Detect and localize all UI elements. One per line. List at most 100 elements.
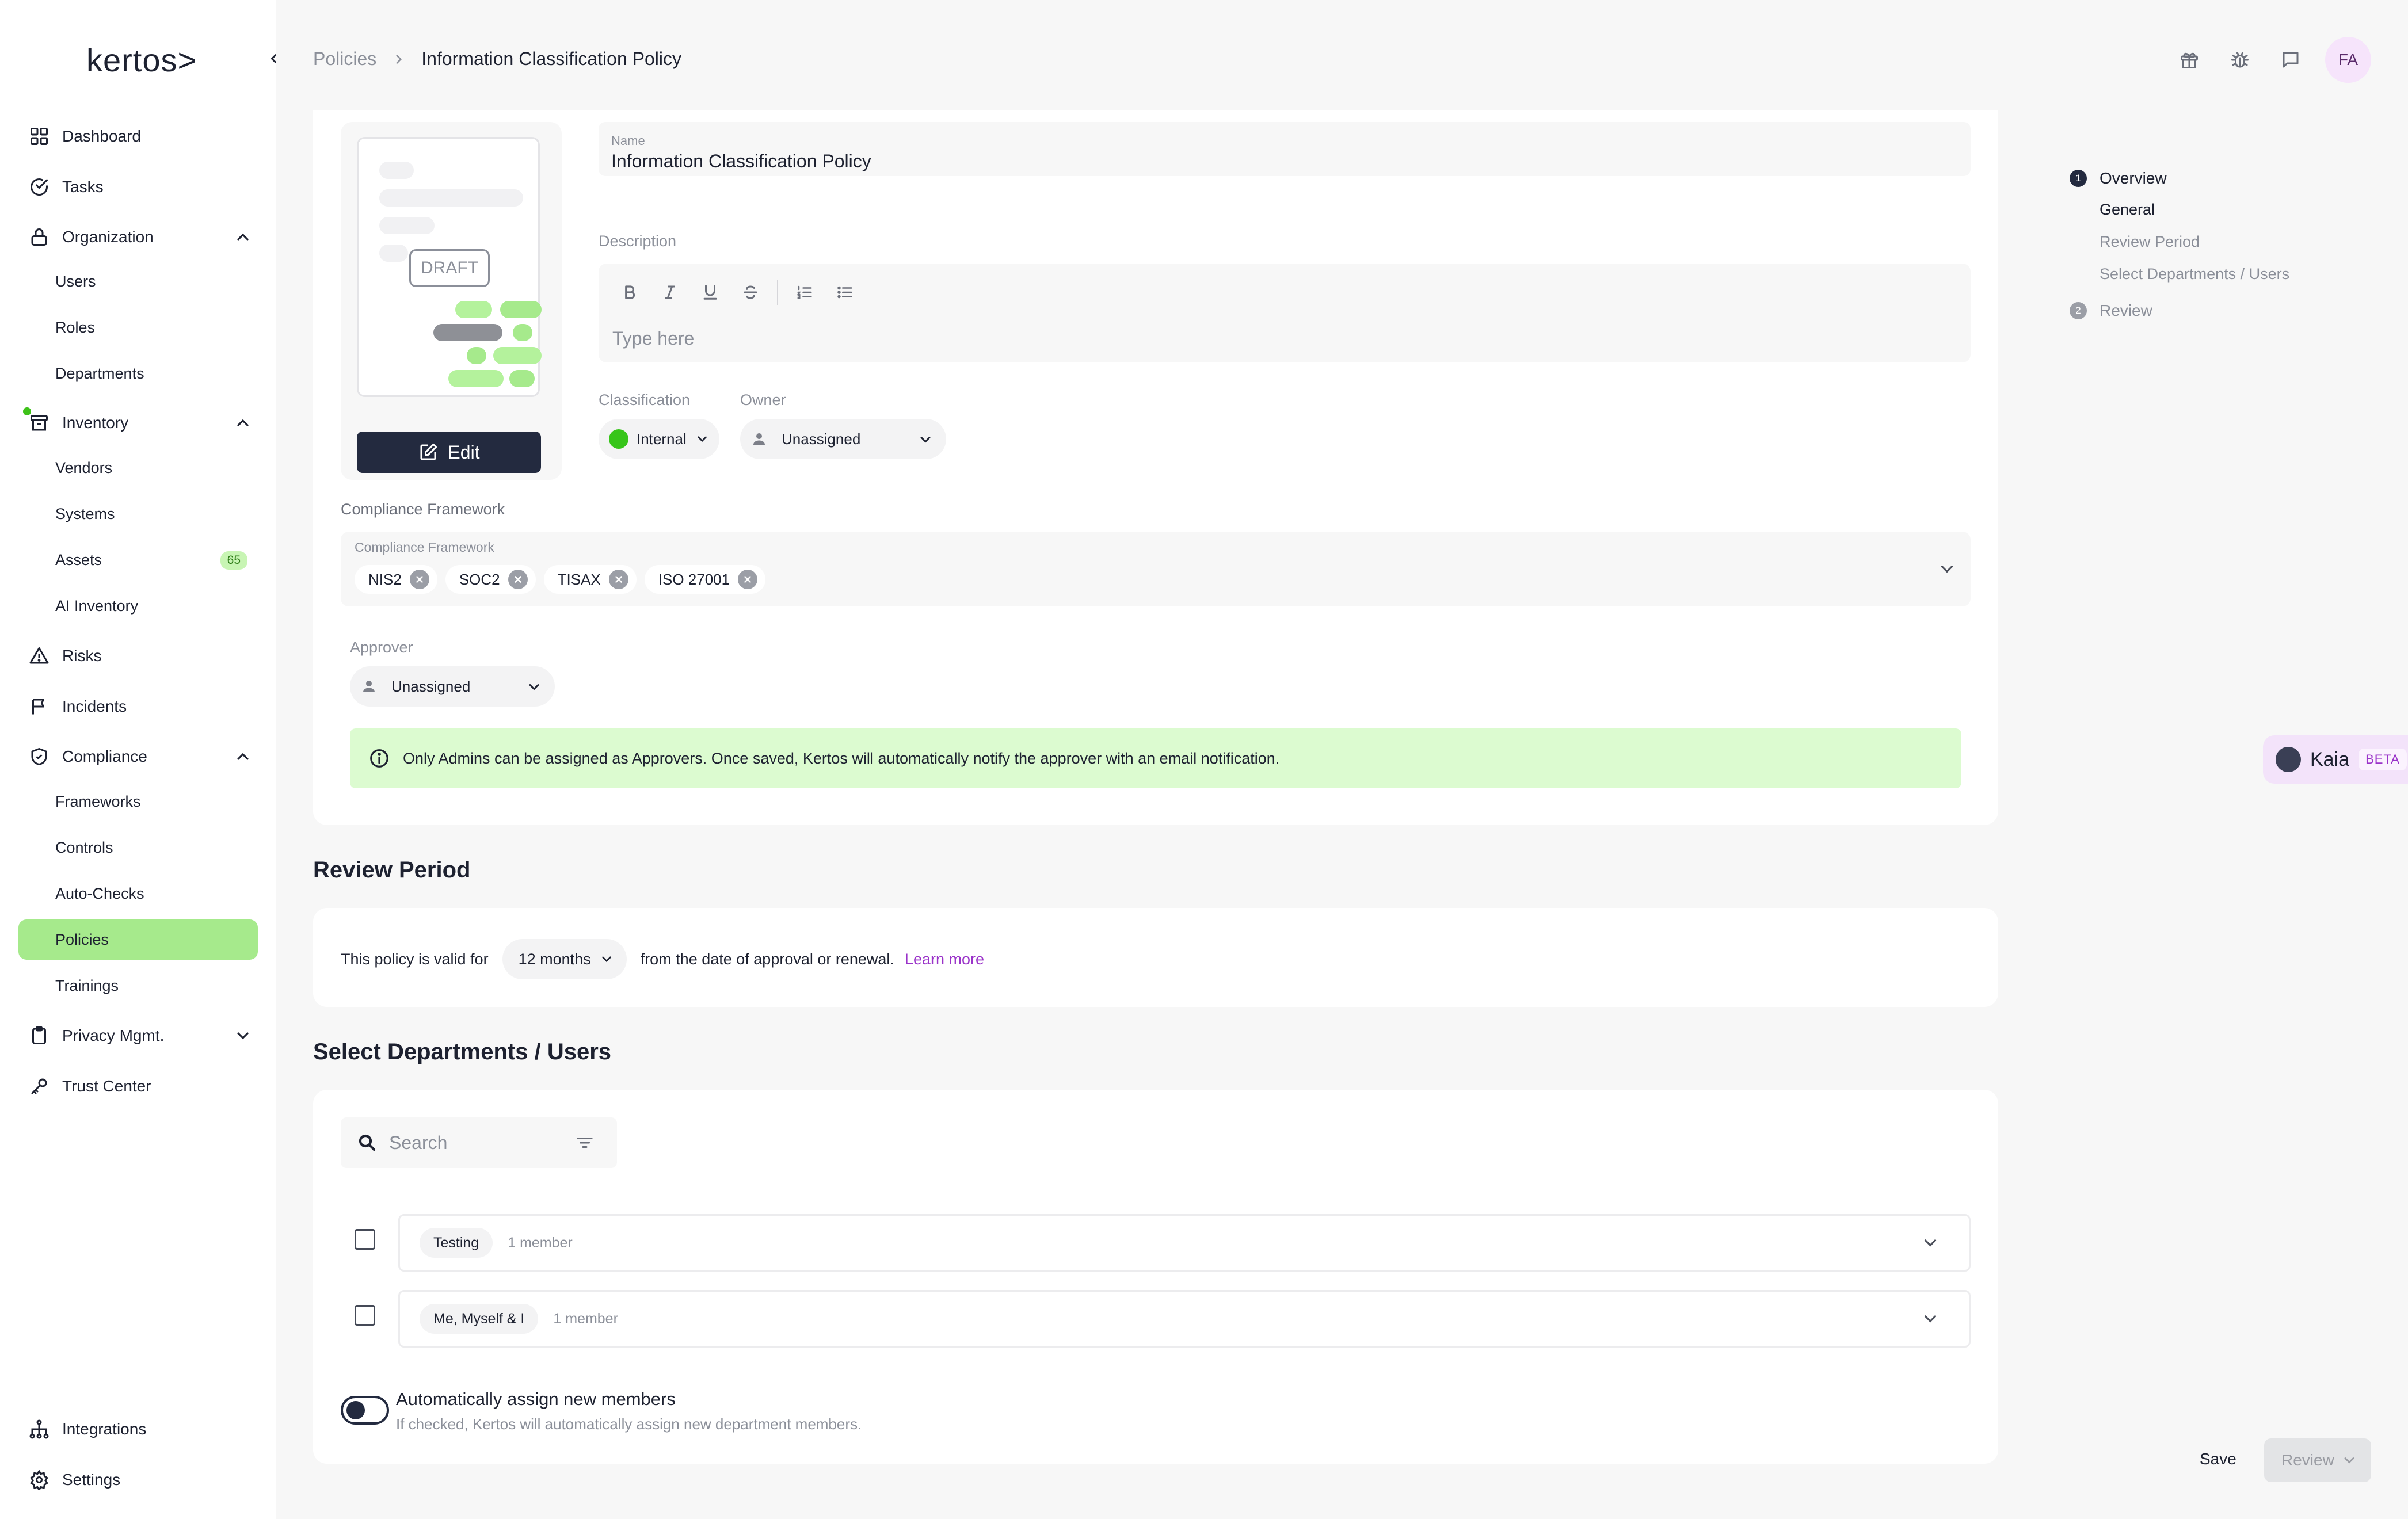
step-select-departments[interactable]: Select Departments / Users <box>2070 258 2289 290</box>
sidebar-item-frameworks[interactable]: Frameworks <box>18 781 258 822</box>
sidebar-item-vendors[interactable]: Vendors <box>18 448 258 488</box>
sidebar-item-label: Trust Center <box>62 1077 151 1095</box>
breadcrumb-policies-link[interactable]: Policies <box>313 48 376 70</box>
department-row[interactable]: Testing 1 member <box>398 1214 1971 1272</box>
auto-assign-help: If checked, Kertos will automatically as… <box>396 1415 862 1433</box>
review-months-select[interactable]: 12 months <box>502 939 627 979</box>
sidebar-item-controls[interactable]: Controls <box>18 827 258 868</box>
sidebar-item-dashboard[interactable]: Dashboard <box>18 116 258 157</box>
classification-label: Classification <box>599 391 691 409</box>
preview-line <box>509 370 535 387</box>
sidebar-item-label: Tasks <box>62 178 104 196</box>
kaia-avatar <box>2276 747 2301 772</box>
sidebar-item-policies[interactable]: Policies <box>18 919 258 960</box>
remove-chip-icon[interactable] <box>738 570 758 589</box>
ordered-list-icon[interactable] <box>791 278 818 306</box>
filter-icon[interactable] <box>574 1132 595 1153</box>
sidebar-item-users[interactable]: Users <box>18 261 258 301</box>
user-avatar[interactable]: FA <box>2325 37 2371 83</box>
step-review-period[interactable]: Review Period <box>2070 226 2289 258</box>
sidebar-item-privacy[interactable]: Privacy Mgmt. <box>18 1015 258 1056</box>
sidebar-item-trainings[interactable]: Trainings <box>18 965 258 1006</box>
step-overview[interactable]: 1 Overview <box>2070 163 2289 193</box>
sidebar-item-settings[interactable]: Settings <box>18 1459 258 1501</box>
shield-check-icon <box>28 745 51 768</box>
review-button[interactable]: Review <box>2264 1438 2371 1482</box>
bold-icon[interactable] <box>616 278 643 306</box>
chevron-down-icon <box>237 1032 249 1040</box>
name-field[interactable]: Name Information Classification Policy <box>599 122 1971 176</box>
sidebar-item-organization[interactable]: Organization <box>18 216 258 258</box>
sidebar-item-roles[interactable]: Roles <box>18 307 258 348</box>
info-text: Only Admins can be assigned as Approvers… <box>403 749 1280 767</box>
preview-line <box>379 162 414 179</box>
preview-line <box>379 245 408 262</box>
step-general[interactable]: General <box>2070 193 2289 226</box>
sidebar-item-label: Privacy Mgmt. <box>62 1026 165 1044</box>
bullet-list-icon[interactable] <box>831 278 859 306</box>
chat-icon[interactable] <box>2272 41 2309 78</box>
sidebar-item-integrations[interactable]: Integrations <box>18 1409 258 1450</box>
kertos-logo[interactable]: kertos> <box>86 41 197 79</box>
sidebar-item-inventory[interactable]: Inventory <box>18 402 258 444</box>
owner-label: Owner <box>740 391 786 409</box>
auto-assign-toggle[interactable] <box>341 1396 389 1425</box>
review-period-card: This policy is valid for 12 months from … <box>313 908 1998 1007</box>
department-checkbox[interactable] <box>355 1229 375 1250</box>
warning-triangle-icon <box>28 644 51 667</box>
kaia-assistant-button[interactable]: Kaia BETA <box>2263 735 2408 784</box>
search-input[interactable] <box>389 1132 562 1154</box>
approver-label: Approver <box>350 639 413 656</box>
description-label: Description <box>599 232 677 250</box>
description-editor[interactable]: Type here <box>599 264 1971 362</box>
sidebar-item-systems[interactable]: Systems <box>18 494 258 534</box>
strikethrough-icon[interactable] <box>737 278 764 306</box>
chevron-down-icon <box>2344 1457 2354 1464</box>
underline-icon[interactable] <box>696 278 724 306</box>
sidebar-item-risks[interactable]: Risks <box>18 635 258 677</box>
gift-icon[interactable] <box>2171 41 2208 78</box>
remove-chip-icon[interactable] <box>409 570 429 589</box>
chevron-up-icon <box>237 419 249 426</box>
framework-chip-label: SOC2 <box>459 570 500 588</box>
classification-select[interactable]: Internal <box>599 419 719 459</box>
sidebar: kertos> Dashboard Tasks Organization Use… <box>0 0 281 1519</box>
remove-chip-icon[interactable] <box>508 570 528 589</box>
description-placeholder: Type here <box>612 328 695 349</box>
sidebar-item-assets[interactable]: Assets 65 <box>18 540 258 580</box>
department-row[interactable]: Me, Myself & I 1 member <box>398 1290 1971 1348</box>
network-icon <box>28 1418 51 1441</box>
sidebar-item-departments[interactable]: Departments <box>18 353 258 394</box>
breadcrumb: Policies Information Classification Poli… <box>313 48 681 70</box>
sidebar-item-compliance[interactable]: Compliance <box>18 736 258 777</box>
italic-icon[interactable] <box>656 278 684 306</box>
compliance-framework-select[interactable]: Compliance Framework NIS2 SOC2 TISAX ISO… <box>341 532 1971 606</box>
step-label: Overview <box>2100 169 2167 187</box>
compliance-section-label: Compliance Framework <box>341 501 505 518</box>
sidebar-item-auto-checks[interactable]: Auto-Checks <box>18 873 258 914</box>
owner-value: Unassigned <box>782 430 861 448</box>
learn-more-link[interactable]: Learn more <box>905 951 984 968</box>
search-icon <box>357 1132 378 1153</box>
review-months-value: 12 months <box>518 950 591 968</box>
sidebar-item-incidents[interactable]: Incidents <box>18 686 258 727</box>
remove-chip-icon[interactable] <box>608 570 628 589</box>
save-button[interactable]: Save <box>2200 1450 2236 1468</box>
sidebar-item-tasks[interactable]: Tasks <box>18 166 258 208</box>
edit-label: Edit <box>448 441 480 463</box>
classification-color-dot <box>609 429 628 449</box>
owner-select[interactable]: Unassigned <box>740 419 946 459</box>
department-search <box>341 1117 617 1168</box>
sidebar-item-ai-inventory[interactable]: AI Inventory <box>18 586 258 626</box>
bug-icon[interactable] <box>2222 41 2258 78</box>
review-period-sentence: This policy is valid for 12 months from … <box>341 939 984 979</box>
sidebar-item-trust-center[interactable]: Trust Center <box>18 1066 258 1107</box>
compliance-field-label: Compliance Framework <box>355 540 494 555</box>
preview-line <box>513 324 532 341</box>
edit-policy-button[interactable]: Edit <box>357 432 541 473</box>
approver-select[interactable]: Unassigned <box>350 666 555 707</box>
sidebar-item-label: Risks <box>62 647 102 665</box>
department-name: Testing <box>420 1228 493 1258</box>
step-review[interactable]: 2 Review <box>2070 296 2289 326</box>
department-checkbox[interactable] <box>355 1305 375 1326</box>
